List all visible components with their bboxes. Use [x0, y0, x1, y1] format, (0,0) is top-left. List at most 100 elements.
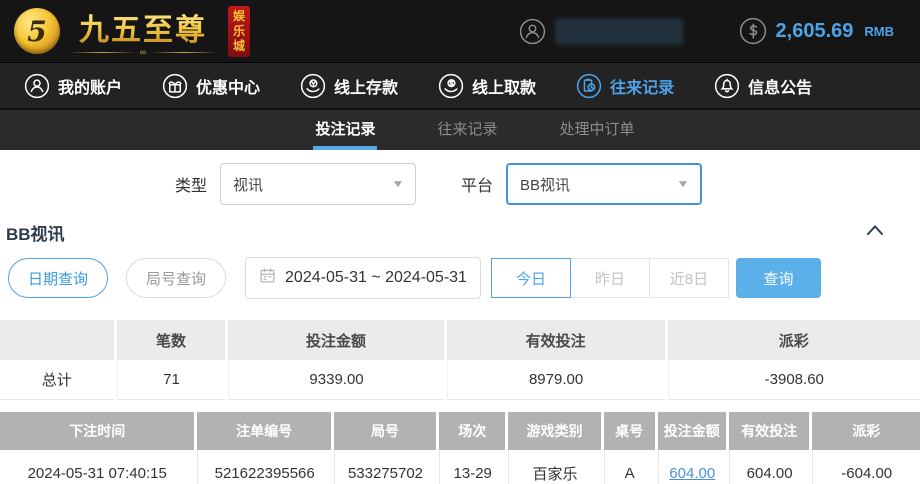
- gift-icon: [162, 73, 188, 99]
- search-button[interactable]: 查询: [735, 258, 821, 298]
- platform-label: 平台: [461, 178, 494, 195]
- detail-header-row: 下注时间 注单编号 局号 场次 游戏类别 桌号 投注金额 有效投注 派彩: [0, 412, 920, 450]
- date-range-input[interactable]: 2024-05-31 ~ 2024-05-31: [245, 257, 481, 299]
- platform-select-value: BB视讯: [520, 176, 571, 194]
- main-nav: 我的账户 优惠中心 线上存款 线上取款 往来记录 信息公告: [0, 62, 920, 110]
- cell-bet-amount: 604.00: [657, 450, 726, 484]
- summary-header-bet-amount: 投注金额: [228, 320, 444, 360]
- cell-bet-time: 2024-05-31 07:40:15: [0, 450, 195, 484]
- round-query-label: 局号查询: [146, 270, 207, 288]
- brand-logo-icon: 5: [14, 8, 60, 54]
- nav-item-deposit[interactable]: 线上存款: [300, 73, 398, 99]
- tab-label: 处理中订单: [559, 120, 635, 138]
- detail-header-bet-amount: 投注金额: [657, 412, 726, 450]
- summary-total-label: 总计: [0, 360, 114, 400]
- top-header: 5 九五至尊 ∞ 娱乐城 2,605.69 RMB: [0, 0, 920, 62]
- tab-label: 投注记录: [315, 120, 376, 138]
- type-select[interactable]: 视讯 ▼: [220, 163, 417, 205]
- query-toolbar: 日期查询 局号查询 2024-05-31 ~ 2024-05-31 今日 昨日 …: [8, 257, 920, 299]
- summary-header-empty: [0, 320, 114, 360]
- type-label: 类型: [175, 178, 208, 195]
- calendar-icon: [259, 267, 276, 289]
- bet-amount-link[interactable]: 604.00: [669, 465, 715, 482]
- logo-number: 5: [27, 14, 47, 48]
- summary-valid-bet-value: 8979.00: [446, 360, 665, 400]
- tab-bet-records[interactable]: 投注记录: [313, 110, 378, 150]
- cell-game-type: 百家乐: [508, 450, 601, 484]
- yesterday-label: 昨日: [594, 270, 625, 288]
- logo-text-block: 九五至尊 ∞: [68, 5, 218, 57]
- summary-header-row: 笔数 投注金额 有效投注 派彩: [0, 320, 920, 360]
- tab-transaction-records[interactable]: 往来记录: [435, 110, 499, 150]
- summary-total-row: 总计 71 9339.00 8979.00 -3908.60: [0, 360, 920, 400]
- header-right: 2,605.69 RMB: [519, 17, 894, 45]
- user-circle-icon: [519, 18, 546, 45]
- round-query-button[interactable]: 局号查询: [126, 258, 227, 298]
- bell-icon: [714, 73, 740, 99]
- today-button[interactable]: 今日: [490, 258, 571, 298]
- section-title: BB视讯: [6, 224, 65, 244]
- collapse-chevron-up-icon[interactable]: [866, 223, 884, 241]
- username-redacted: [554, 17, 683, 45]
- date-range-value: 2024-05-31 ~ 2024-05-31: [285, 269, 467, 286]
- nav-label: 信息公告: [748, 79, 813, 97]
- balance-amount: 2,605.69: [775, 19, 854, 42]
- last-8-days-label: 近8日: [669, 270, 709, 288]
- type-select-value: 视讯: [233, 176, 264, 194]
- tab-pending-orders[interactable]: 处理中订单: [558, 110, 637, 150]
- nav-item-my-account[interactable]: 我的账户: [24, 73, 122, 99]
- quick-range-group: 今日 昨日 近8日: [490, 258, 729, 298]
- cell-round-id: 533275702: [333, 450, 437, 484]
- summary-table: 笔数 投注金额 有效投注 派彩 总计 71 9339.00 8979.00 -3…: [0, 320, 920, 400]
- user-account[interactable]: [519, 17, 683, 45]
- summary-count-value: 71: [116, 360, 226, 400]
- cell-session: 13-29: [439, 450, 506, 484]
- detail-header-valid-bet: 有效投注: [728, 412, 810, 450]
- logo-badge-text: 娱乐城: [232, 8, 245, 53]
- detail-header-round-id: 局号: [333, 412, 437, 450]
- cell-table-no: A: [603, 450, 655, 484]
- last-8-days-button[interactable]: 近8日: [648, 258, 729, 298]
- detail-header-order-id: 注单编号: [197, 412, 331, 450]
- nav-label: 优惠中心: [196, 79, 261, 97]
- today-label: 今日: [515, 270, 546, 288]
- chevron-down-icon: ▼: [391, 178, 405, 190]
- logo-flourish-ornament: ∞: [68, 47, 218, 57]
- records-icon: [576, 73, 602, 99]
- withdraw-icon: [438, 73, 464, 99]
- nav-item-promotions[interactable]: 优惠中心: [162, 73, 260, 99]
- platform-select[interactable]: BB视讯 ▼: [506, 163, 703, 205]
- deposit-icon: [300, 73, 326, 99]
- nav-label: 线上取款: [472, 79, 537, 97]
- detail-header-session: 场次: [439, 412, 506, 450]
- summary-header-count: 笔数: [116, 320, 226, 360]
- balance-currency: RMB: [864, 23, 894, 39]
- chevron-down-icon: ▼: [676, 178, 691, 190]
- cell-valid-bet: 604.00: [728, 450, 810, 484]
- detail-header-bet-time: 下注时间: [0, 412, 195, 450]
- nav-item-records[interactable]: 往来记录: [576, 73, 674, 99]
- balance-display[interactable]: 2,605.69 RMB: [739, 17, 894, 45]
- logo-title: 九五至尊: [79, 5, 207, 49]
- logo-badge: 娱乐城: [228, 5, 250, 57]
- flourish-glyph: ∞: [139, 47, 147, 57]
- user-icon: [24, 73, 50, 99]
- table-row: 2024-05-31 07:40:15 521622395566 5332757…: [0, 450, 920, 484]
- detail-header-game-type: 游戏类别: [508, 412, 601, 450]
- date-query-button[interactable]: 日期查询: [8, 258, 109, 298]
- summary-header-valid-bet: 有效投注: [446, 320, 665, 360]
- brand-logo[interactable]: 5 九五至尊 ∞ 娱乐城: [14, 5, 250, 57]
- detail-header-table-no: 桌号: [603, 412, 655, 450]
- cell-order-id: 521622395566: [197, 450, 331, 484]
- summary-bet-amount-value: 9339.00: [228, 360, 444, 400]
- summary-payout-value: -3908.60: [667, 360, 920, 400]
- filter-row: 类型 视讯 ▼ 平台 BB视讯 ▼: [175, 163, 920, 205]
- nav-item-announcements[interactable]: 信息公告: [714, 73, 812, 99]
- cell-payout: -604.00: [812, 450, 920, 484]
- sub-tab-bar: 投注记录 往来记录 处理中订单: [0, 110, 920, 150]
- detail-header-payout: 派彩: [812, 412, 920, 450]
- nav-label: 往来记录: [610, 79, 675, 97]
- nav-item-withdraw[interactable]: 线上取款: [438, 73, 536, 99]
- yesterday-button[interactable]: 昨日: [569, 258, 650, 298]
- detail-table: 下注时间 注单编号 局号 场次 游戏类别 桌号 投注金额 有效投注 派彩 202…: [0, 412, 920, 484]
